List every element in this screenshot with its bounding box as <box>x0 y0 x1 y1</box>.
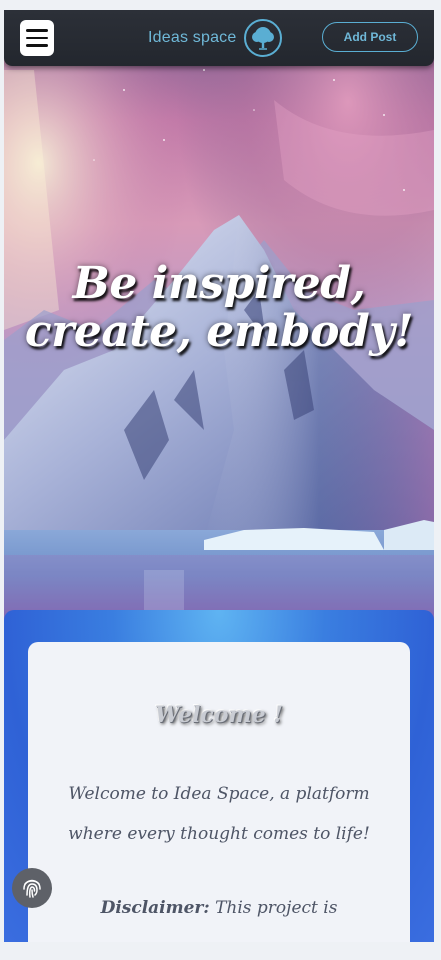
hero-headline-line2: create, embody! <box>24 306 414 357</box>
hero-headline-line1: Be inspired, <box>72 258 366 309</box>
tree-icon <box>244 19 283 57</box>
add-post-button[interactable]: Add Post <box>322 22 418 52</box>
hamburger-menu-button[interactable] <box>20 20 54 56</box>
brand-name: Ideas space <box>148 29 237 46</box>
disclaimer-text: Disclaimer: This project is <box>48 894 390 922</box>
hamburger-menu-icon-bar <box>26 44 48 47</box>
hamburger-menu-icon-bar <box>26 36 48 40</box>
disclaimer-body: This project is <box>209 898 338 918</box>
welcome-text: Welcome to Idea Space, a platform where … <box>68 784 370 844</box>
brand-link[interactable]: Ideas space <box>148 18 283 58</box>
app-frame: Be inspired, create, embody! Ideas space <box>4 10 434 942</box>
welcome-title: Welcome ! <box>155 702 283 728</box>
fingerprint-icon <box>23 879 41 898</box>
hero-banner: Be inspired, create, embody! <box>4 10 434 622</box>
hero-headline: Be inspired, create, embody! <box>4 260 434 356</box>
page-edge <box>434 10 441 942</box>
top-navbar: Ideas space Add Post <box>4 10 434 66</box>
welcome-card: Welcome ! Welcome to Idea Space, a platf… <box>28 642 410 942</box>
fingerprint-button[interactable] <box>12 868 52 908</box>
welcome-section: Welcome ! Welcome to Idea Space, a platf… <box>4 610 434 942</box>
disclaimer-label: Disclaimer: <box>100 898 210 918</box>
hamburger-menu-icon <box>26 29 48 32</box>
